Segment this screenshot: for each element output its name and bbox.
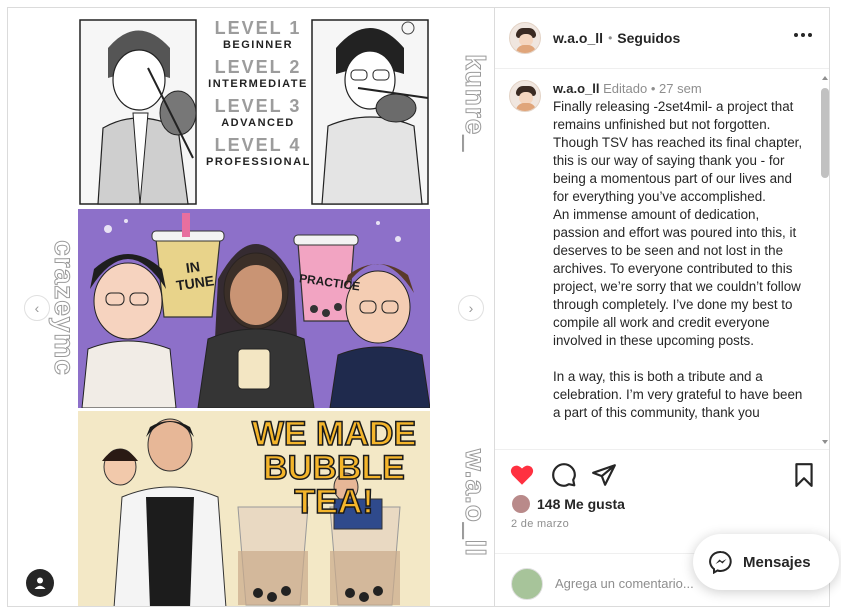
boba-characters-illustration [78,209,430,408]
like-heart-icon[interactable] [509,462,535,488]
caption-edited-label: Editado [603,81,648,96]
carousel-prev-button[interactable]: ‹ [24,295,50,321]
user-icon [34,577,46,589]
more-options-icon[interactable] [794,32,812,38]
likes-count[interactable]: 148 Me gusta [537,496,625,512]
comment-input[interactable]: Agrega un comentario... [555,576,694,591]
media-panel-levels: LEVEL 1 BEGINNER LEVEL 2 INTERMEDIATE LE… [78,8,430,206]
level-3: LEVEL 3 ADVANCED [214,96,302,129]
liker-avatar [511,494,531,514]
chevron-left-icon: ‹ [34,300,40,316]
post-date[interactable]: 2 de marzo [511,518,569,530]
current-user-avatar [511,568,543,600]
caption-section: w.a.o_ll Editado • 27 sem Finally releas… [495,70,829,450]
save-bookmark-icon[interactable] [791,462,817,488]
comment-icon[interactable] [551,462,577,488]
post-actions [495,449,829,491]
caption-paragraph-2: An immense amount of dedication, passion… [553,207,801,348]
header-separator: • [608,31,613,45]
scrollbar-thumb[interactable] [821,88,829,178]
carousel-next-button[interactable]: › [458,295,484,321]
caption-body: w.a.o_ll Editado • 27 sem Finally releas… [553,80,809,422]
headline: WE MADE BUBBLE TEA! [251,415,417,521]
caption-text: Finally releasing -2set4mil- a project t… [553,98,809,422]
caption-scrollbar[interactable] [821,76,829,444]
caption-username[interactable]: w.a.o_ll [553,81,599,96]
caption-paragraph-3: In a way, this is both a tribute and a c… [553,369,803,420]
watermark-wao: w.a.o_ll [460,448,492,558]
scroll-up-icon[interactable] [822,76,828,80]
author-avatar[interactable] [509,22,541,54]
media-panel-bubble-tea: WE MADE BUBBLE TEA! [78,411,430,606]
cup-label-in-tune: IN TUNE [175,258,216,294]
messages-label: Mensajes [743,553,811,571]
messages-button[interactable]: Mensajes [693,534,839,590]
likes-summary[interactable]: 148 Me gusta [511,494,625,514]
media-panel-boba-characters: IN TUNE PRACTICE [78,209,430,408]
caption-meta: w.a.o_ll Editado • 27 sem [553,80,809,98]
caption-separator: • [650,81,656,96]
skill-levels: LEVEL 1 BEGINNER LEVEL 2 INTERMEDIATE LE… [206,18,310,174]
level-4: LEVEL 4 PROFESSIONAL [206,135,311,168]
chevron-right-icon: › [468,300,474,316]
follow-status-button[interactable]: Seguidos [617,30,680,46]
post-container: LEVEL 1 BEGINNER LEVEL 2 INTERMEDIATE LE… [7,7,830,607]
caption-row: w.a.o_ll Editado • 27 sem Finally releas… [509,80,809,422]
caption-paragraph-1: Finally releasing -2set4mil- a project t… [553,99,803,204]
tagged-users-button[interactable] [26,569,54,597]
level-2: LEVEL 2 INTERMEDIATE [208,57,308,90]
messenger-icon [709,550,732,574]
post-sidebar: w.a.o_ll • Seguidos w.a.o_ll Editado • 2… [494,8,829,606]
caption-author-avatar[interactable] [509,80,541,112]
level-1: LEVEL 1 BEGINNER [214,18,302,51]
share-send-icon[interactable] [591,462,617,488]
scroll-down-icon[interactable] [822,440,828,444]
post-header: w.a.o_ll • Seguidos [495,8,829,69]
caption-timestamp[interactable]: 27 sem [659,81,702,96]
watermark-kunre: kunre_ [460,54,492,153]
author-username[interactable]: w.a.o_ll [553,30,603,46]
post-media[interactable]: LEVEL 1 BEGINNER LEVEL 2 INTERMEDIATE LE… [8,8,494,606]
watermark-crazeymc: crazeymc [49,240,81,377]
